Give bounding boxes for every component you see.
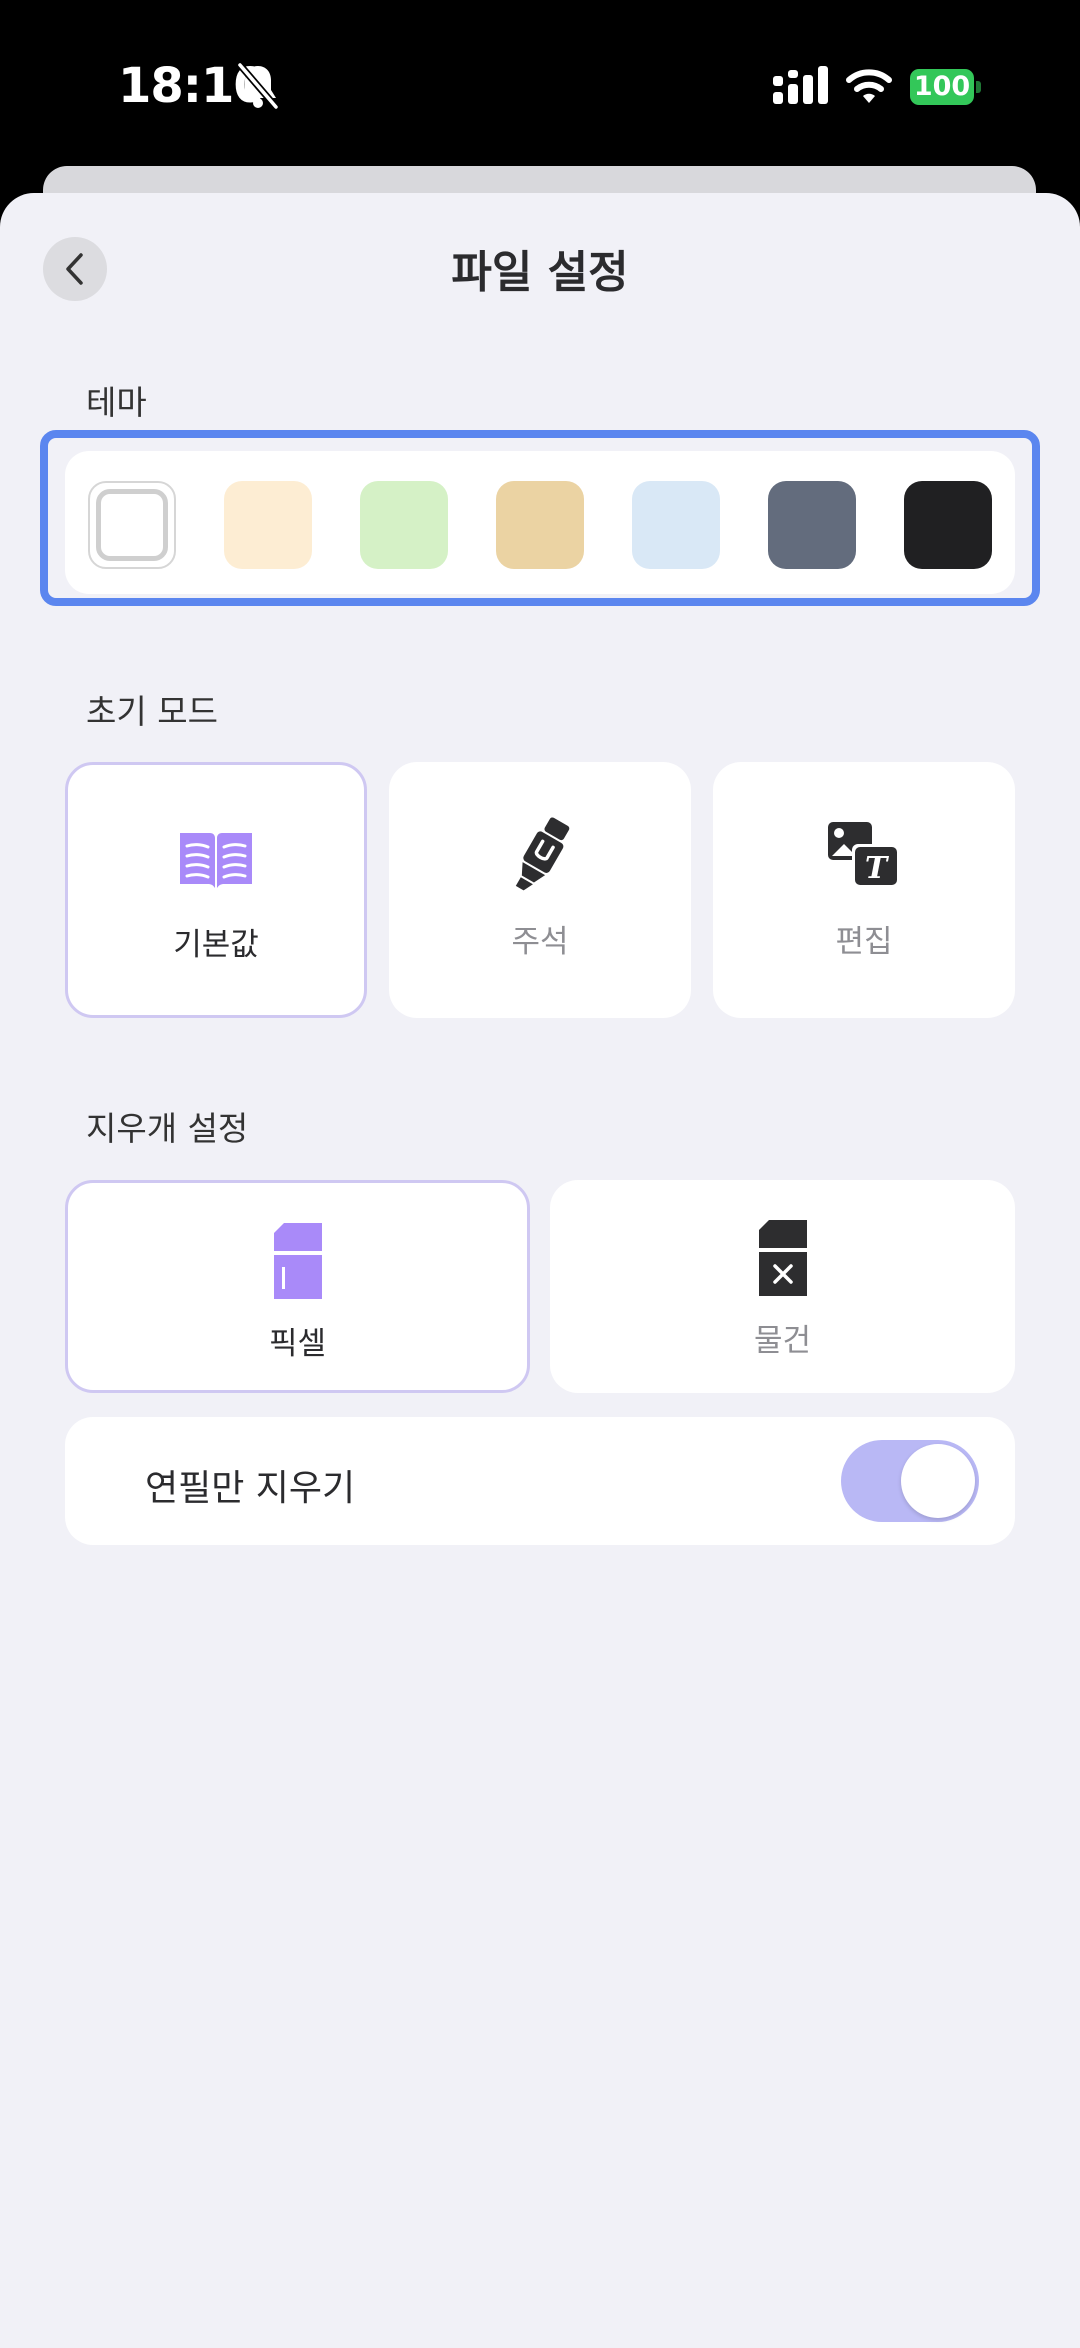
- pen-only-erase-toggle[interactable]: [841, 1440, 979, 1522]
- pixel-eraser-icon: [273, 1223, 322, 1299]
- eraser-option-object[interactable]: 물건: [550, 1180, 1015, 1393]
- theme-section-label: 테마: [86, 383, 147, 422]
- mode-option-annotate[interactable]: 주석: [389, 762, 691, 1018]
- battery-icon: 100: [910, 69, 981, 105]
- svg-text:T: T: [865, 851, 890, 886]
- initial-mode-section-label: 초기 모드: [86, 692, 218, 731]
- eraser-option-pixel[interactable]: 픽셀: [65, 1180, 530, 1393]
- selected-swatch-indicator: [96, 489, 168, 561]
- theme-swatch-white[interactable]: [88, 481, 176, 569]
- cellular-signal-icon: [773, 66, 828, 104]
- mode-option-edit[interactable]: T 편집: [713, 762, 1015, 1018]
- mode-option-label: 편집: [835, 924, 893, 960]
- eraser-option-label: 픽셀: [268, 1326, 327, 1362]
- theme-swatch-cream[interactable]: [224, 481, 312, 569]
- wifi-icon: [846, 69, 892, 103]
- mode-option-default[interactable]: 기본값: [65, 762, 367, 1018]
- mode-option-label: 주석: [511, 924, 569, 960]
- theme-swatch-slate[interactable]: [768, 481, 856, 569]
- image-text-icon: T: [828, 822, 900, 888]
- theme-swatch-light-green[interactable]: [360, 481, 448, 569]
- pen-only-erase-label: 연필만 지우기: [145, 1468, 356, 1509]
- bell-slash-icon: [237, 62, 279, 110]
- eraser-option-label: 물건: [753, 1323, 812, 1359]
- status-bar: 18:10 100: [0, 0, 1080, 170]
- theme-swatch-tan[interactable]: [496, 481, 584, 569]
- toggle-knob: [901, 1444, 975, 1518]
- open-book-icon: [180, 833, 252, 888]
- object-eraser-icon: [758, 1220, 807, 1296]
- highlighter-icon: [515, 817, 570, 891]
- mode-option-label: 기본값: [173, 927, 259, 963]
- theme-swatch-black[interactable]: [904, 481, 992, 569]
- battery-level: 100: [913, 71, 971, 102]
- eraser-section-label: 지우개 설정: [86, 1109, 249, 1148]
- page-title: 파일 설정: [451, 247, 629, 298]
- theme-swatch-light-blue[interactable]: [632, 481, 720, 569]
- pen-only-erase-row: 연필만 지우기: [65, 1417, 1015, 1545]
